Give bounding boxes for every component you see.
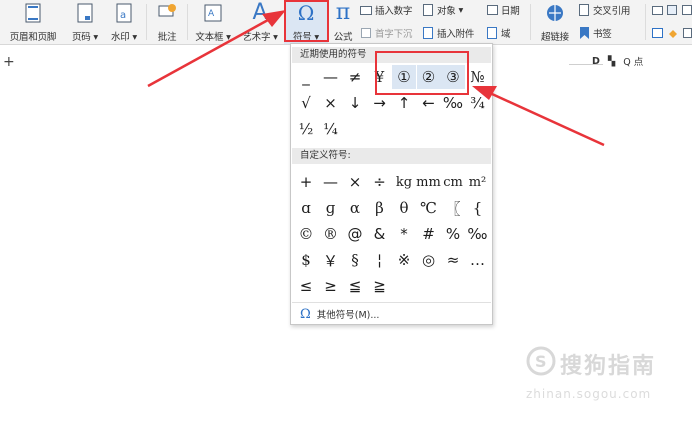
watermark-text: 搜狗指南	[560, 354, 657, 379]
arrow-to-symbol-button	[147, 18, 269, 88]
svg-text:S: S	[535, 352, 547, 371]
arrowhead-icon	[472, 86, 497, 100]
arrow-to-circled-numbers	[491, 92, 605, 147]
arrowhead-icon	[262, 10, 286, 27]
sogou-watermark: S 搜狗指南 zhinan.sogou.com	[520, 342, 680, 412]
sogou-logo-icon: S	[526, 346, 556, 376]
watermark-url: zhinan.sogou.com	[526, 387, 652, 401]
